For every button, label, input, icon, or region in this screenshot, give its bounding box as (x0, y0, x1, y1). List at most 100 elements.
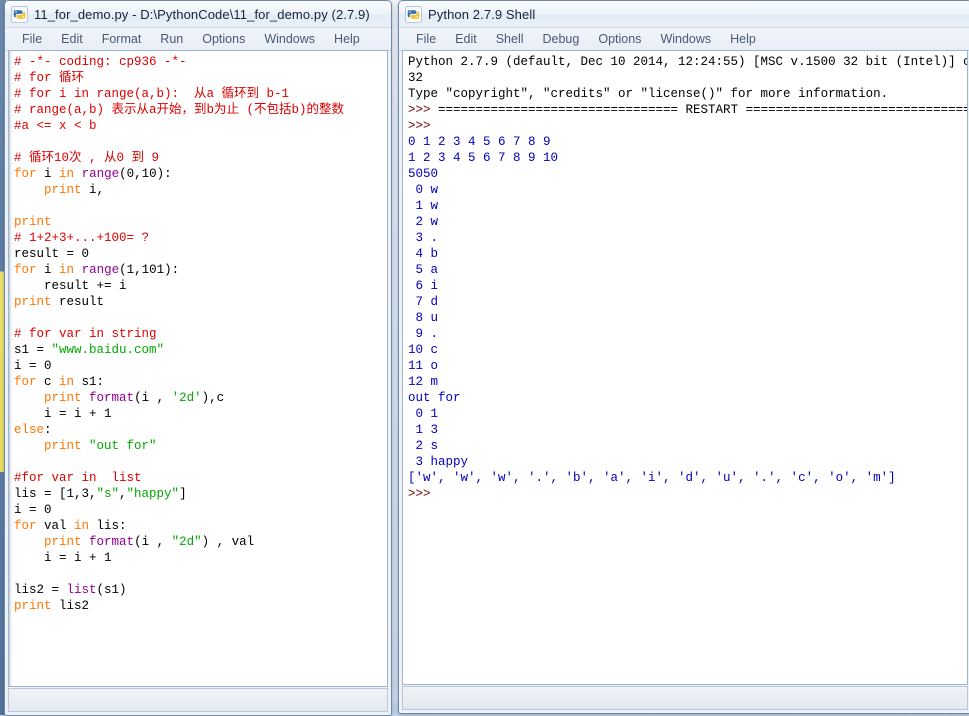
menu-run[interactable]: Run (151, 31, 192, 47)
code-line: >>> ================================ RES… (408, 102, 967, 118)
menu-format[interactable]: Format (93, 31, 151, 47)
code-token: Type "copyright", "credits" or "license(… (408, 87, 889, 101)
code-token: in (59, 375, 75, 389)
menu-file[interactable]: File (407, 31, 445, 47)
code-token: 1 w (408, 199, 439, 213)
code-line: >>> (408, 486, 967, 502)
menu-options[interactable]: Options (193, 31, 254, 47)
code-token: result = 0 (14, 247, 90, 261)
code-token: Python 2.7.9 (default, Dec 10 2014, 12:2… (408, 55, 968, 69)
code-line: 3 . (408, 230, 967, 246)
shell-text-area[interactable]: Python 2.7.9 (default, Dec 10 2014, 12:2… (402, 50, 968, 685)
code-token: # 1+2+3+...+100= ? (14, 231, 150, 245)
code-line: i = i + 1 (14, 406, 387, 422)
code-token: "www.baidu.com" (51, 343, 165, 357)
code-token: result += i (14, 279, 127, 293)
code-token: i = i + 1 (14, 407, 112, 421)
code-token: result (51, 295, 105, 309)
shell-window[interactable]: Python 2.7.9 Shell File Edit Shell Debug… (398, 0, 969, 714)
menu-debug[interactable]: Debug (534, 31, 589, 47)
code-token: # for var in string (14, 327, 157, 341)
code-line: 1 w (408, 198, 967, 214)
menu-file[interactable]: File (13, 31, 51, 47)
code-line: 3 happy (408, 454, 967, 470)
editor-title-text: 11_for_demo.py - D:\PythonCode\11_for_de… (34, 6, 370, 22)
menu-shell[interactable]: Shell (487, 31, 533, 47)
code-line: ['w', 'w', 'w', '.', 'b', 'a', 'i', 'd',… (408, 470, 967, 486)
code-token: >>> (408, 103, 439, 117)
code-token: "happy" (126, 487, 180, 501)
menu-help[interactable]: Help (721, 31, 765, 47)
code-line: for i in range(1,101): (14, 262, 387, 278)
menu-options[interactable]: Options (589, 31, 650, 47)
code-token: list (66, 583, 97, 597)
shell-menubar[interactable]: File Edit Shell Debug Options Windows He… (399, 28, 969, 51)
code-line: >>> (408, 118, 967, 134)
code-line: print result (14, 294, 387, 310)
menu-windows[interactable]: Windows (255, 31, 324, 47)
menu-edit[interactable]: Edit (52, 31, 92, 47)
code-token: range (81, 167, 120, 181)
code-token: (i , (134, 535, 172, 549)
editor-window[interactable]: 11_for_demo.py - D:\PythonCode\11_for_de… (4, 0, 392, 716)
code-token: print (44, 391, 82, 405)
shell-output-text[interactable]: Python 2.7.9 (default, Dec 10 2014, 12:2… (403, 51, 967, 502)
menu-edit[interactable]: Edit (446, 31, 486, 47)
code-token: ] (179, 487, 187, 501)
code-line: i = i + 1 (14, 550, 387, 566)
editor-text-area[interactable]: # -*- coding: cp936 -*- # for 循环 # for i i… (8, 50, 388, 687)
shell-titlebar[interactable]: Python 2.7.9 Shell (399, 1, 969, 28)
code-token: (i , (134, 391, 172, 405)
code-token: 0 1 2 3 4 5 6 7 8 9 (408, 135, 551, 149)
code-token: format (89, 391, 135, 405)
editor-menubar[interactable]: File Edit Format Run Options Windows Hel… (5, 28, 391, 51)
code-token: 10 c (408, 343, 439, 357)
code-token: 2 w (408, 215, 439, 229)
code-line: # 循环10次 , 从0 到 9 (14, 150, 387, 166)
code-token: print (44, 439, 82, 453)
code-token: in (59, 263, 75, 277)
code-line: # range(a,b) 表示从a开始，到b为止 (不包括b)的整数 (14, 102, 387, 118)
code-line: 5050 (408, 166, 967, 182)
code-line: print "out for" (14, 438, 387, 454)
code-token: s1 = (14, 343, 52, 357)
code-line: 2 w (408, 214, 967, 230)
code-token: >>> (408, 119, 439, 133)
code-line: print i, (14, 182, 387, 198)
code-token: c (36, 375, 60, 389)
code-token: 3 . (408, 231, 439, 245)
code-line: out for (408, 390, 967, 406)
code-token: 8 u (408, 311, 439, 325)
code-token: print (44, 183, 82, 197)
code-token: , (119, 487, 127, 501)
code-line: 10 c (408, 342, 967, 358)
code-line: for i in range(0,10): (14, 166, 387, 182)
code-token: print (14, 295, 52, 309)
menu-windows[interactable]: Windows (651, 31, 720, 47)
menu-help[interactable]: Help (325, 31, 369, 47)
code-token: s1: (74, 375, 105, 389)
code-token: : (44, 423, 52, 437)
code-line: 0 w (408, 182, 967, 198)
code-token: "out for" (89, 439, 157, 453)
code-line: else: (14, 422, 387, 438)
code-token: val (36, 519, 75, 533)
code-token: range (81, 263, 120, 277)
code-token: (1,101): (119, 263, 180, 277)
code-token: "s" (96, 487, 120, 501)
editor-source-code[interactable]: # -*- coding: cp936 -*- # for 循环 # for i i… (9, 51, 387, 614)
code-token: i (36, 167, 60, 181)
code-line: print lis2 (14, 598, 387, 614)
code-line: # for 循环 (14, 70, 387, 86)
editor-titlebar[interactable]: 11_for_demo.py - D:\PythonCode\11_for_de… (5, 1, 391, 28)
code-token: "2d" (171, 535, 202, 549)
code-line: s1 = "www.baidu.com" (14, 342, 387, 358)
code-token: ================================ RESTART… (438, 103, 968, 117)
code-line: i = 0 (14, 502, 387, 518)
code-token: out for (408, 391, 461, 405)
